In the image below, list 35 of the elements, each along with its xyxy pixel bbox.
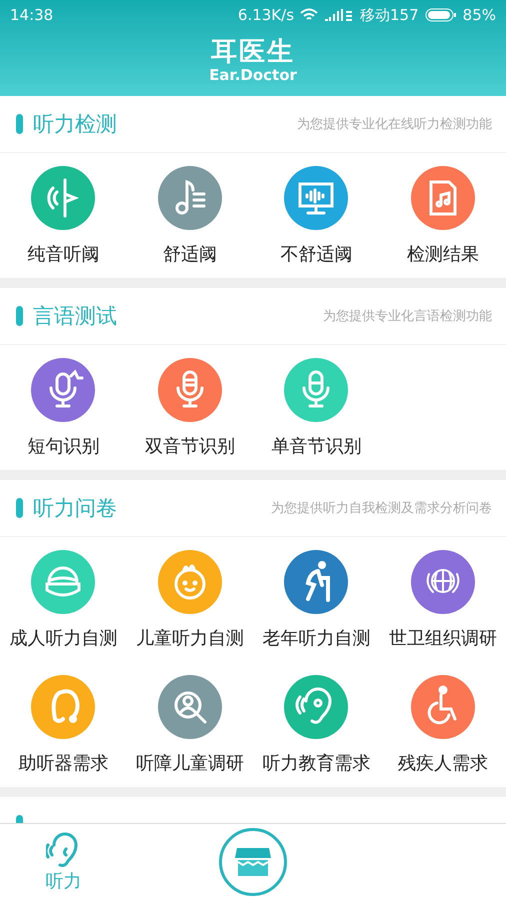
accent-bar	[16, 306, 23, 326]
feature-item[interactable]: 纯音听阈	[0, 153, 126, 278]
feature-item[interactable]: 不舒适阈	[253, 153, 380, 278]
app-logo-title: 耳医生	[211, 36, 295, 67]
signal-icon	[324, 8, 354, 22]
carrier-name: 移动157	[360, 6, 419, 24]
feature-item[interactable]: 世卫组织调研	[380, 537, 506, 662]
feature-item[interactable]: 儿童听力自测	[126, 537, 253, 662]
feature-item[interactable]: 助听器需求	[0, 662, 126, 788]
clock-time: 14:38	[10, 6, 54, 24]
feature-item[interactable]: 舒适阈	[126, 153, 253, 278]
wifi-icon	[300, 8, 318, 22]
feature-item[interactable]: 双音节识别	[126, 345, 253, 470]
section-description: 为您提供专业化言语检测功能	[323, 308, 492, 326]
accent-bar	[16, 498, 23, 518]
section-description: 为您提供专业化在线听力检测功能	[297, 116, 492, 134]
section-title: 听力问卷	[33, 495, 117, 522]
battery-icon	[424, 8, 457, 22]
feature-item[interactable]: 残疾人需求	[380, 662, 506, 788]
section-title: 言语测试	[33, 303, 117, 330]
feature-item[interactable]: 成人听力自测	[0, 537, 126, 662]
battery-percent: 85%	[462, 6, 496, 24]
feature-item[interactable]: 短句识别	[0, 345, 126, 470]
ear-icon	[46, 831, 80, 868]
feature-item[interactable]: 单音节识别	[253, 345, 380, 470]
accent-bar	[16, 815, 23, 824]
feature-item[interactable]: 检测结果	[380, 153, 506, 278]
section-description: 为您提供听力自我检测及需求分析问卷	[271, 500, 492, 518]
accent-bar	[16, 114, 23, 134]
app-logo-subtitle: Ear.Doctor	[209, 66, 297, 84]
section-title: 听力检测	[33, 111, 117, 138]
feature-item[interactable]: 老年听力自测	[253, 537, 380, 662]
feature-item[interactable]: 听障儿童调研	[126, 662, 253, 788]
network-speed: 6.13K/s	[238, 6, 294, 24]
feature-item[interactable]: 听力教育需求	[253, 662, 380, 788]
